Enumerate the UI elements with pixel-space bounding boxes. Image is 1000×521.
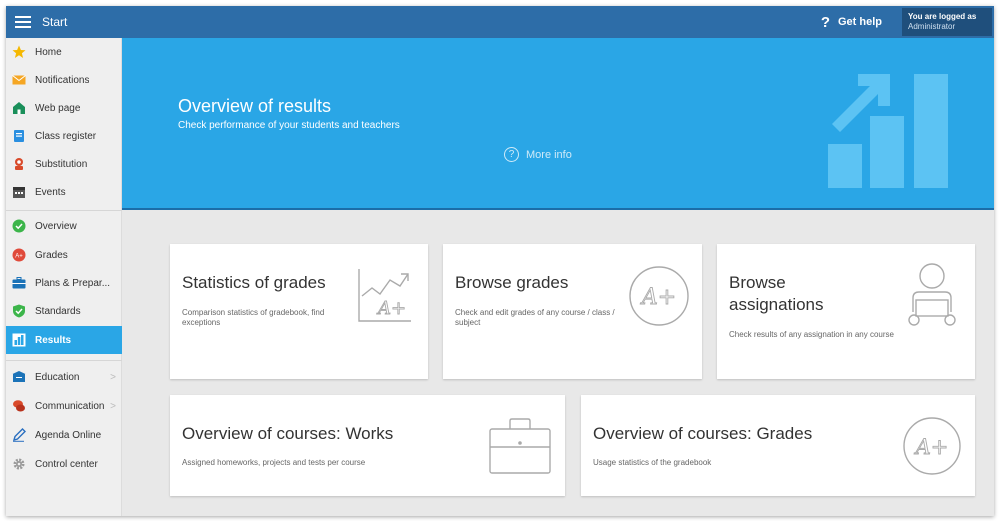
app-window: Start ? Get help You are logged as Admin… xyxy=(6,6,994,516)
grade-circle-icon: A+ xyxy=(903,417,961,475)
sidebar-item-control-center[interactable]: Control center xyxy=(6,450,122,478)
sidebar-item-label: Communication xyxy=(35,400,105,412)
shield-check-icon xyxy=(12,304,26,318)
growth-chart-illustration xyxy=(828,74,948,188)
card-description: Check results of any assignation in any … xyxy=(729,330,894,339)
sidebar-item-label: Events xyxy=(35,186,66,198)
sidebar-item-standards[interactable]: Standards xyxy=(6,297,122,325)
user-role: Administrator xyxy=(908,22,956,31)
sidebar-item-notifications[interactable]: Notifications xyxy=(6,66,122,94)
star-icon xyxy=(12,45,26,59)
sidebar-item-communication[interactable]: Communication > xyxy=(6,392,122,420)
hero-banner: Overview of results Check performance of… xyxy=(122,38,994,210)
calendar-icon xyxy=(12,185,26,199)
user-status-label: You are logged as xyxy=(908,12,977,21)
grade-glyph: A+ xyxy=(914,435,949,459)
sidebar-item-education[interactable]: Education > xyxy=(6,363,122,391)
card-title: Browse grades xyxy=(455,273,569,292)
bar-chart-icon xyxy=(12,333,26,347)
card-overview-courses-grades[interactable]: Overview of courses: Grades Usage statis… xyxy=(581,395,975,496)
student-laptop-icon xyxy=(908,263,956,326)
chat-icon xyxy=(12,399,26,413)
card-title: Overview of courses: Grades xyxy=(593,424,813,443)
card-description: Comparison statistics of gradebook, find… xyxy=(182,308,325,327)
sidebar-item-label: Notifications xyxy=(35,74,90,86)
menu-icon[interactable] xyxy=(15,16,31,28)
sidebar-item-label: Control center xyxy=(35,458,98,470)
sidebar-item-label: Substitution xyxy=(35,158,88,170)
card-browse-grades[interactable]: Browse grades Check and edit grades of a… xyxy=(443,244,702,379)
grade-glyph: A+ xyxy=(376,298,406,319)
book-icon xyxy=(12,129,26,143)
help-button[interactable]: ? Get help xyxy=(821,6,882,38)
card-overview-courses-works[interactable]: Overview of courses: Works Assigned home… xyxy=(170,395,565,496)
chevron-right-icon: > xyxy=(110,400,116,412)
statistics-chart-icon: A+ xyxy=(358,269,411,322)
check-circle-icon xyxy=(12,219,26,233)
education-icon xyxy=(12,370,26,384)
sidebar-item-class-register[interactable]: Class register xyxy=(6,122,122,150)
sidebar-item-label: Grades xyxy=(35,249,68,261)
chevron-right-icon: > xyxy=(110,371,116,383)
gear-icon xyxy=(12,457,26,471)
card-description: Usage statistics of the gradebook xyxy=(593,458,712,467)
sidebar-item-home[interactable]: Home xyxy=(6,38,122,66)
more-info-label: More info xyxy=(526,148,572,161)
sidebar-item-events[interactable]: Events xyxy=(6,178,122,206)
question-icon: ? xyxy=(820,13,830,31)
grade-glyph: A+ xyxy=(640,285,676,310)
sidebar-item-agenda-online[interactable]: Agenda Online xyxy=(6,421,122,449)
briefcase-icon xyxy=(489,418,551,474)
sidebar-divider xyxy=(6,210,122,211)
grade-badge-icon: A+ xyxy=(12,248,26,262)
sidebar-item-label: Standards xyxy=(35,305,81,317)
sidebar-item-label: Plans & Prepar... xyxy=(35,277,111,289)
card-title: Statistics of grades xyxy=(182,273,326,292)
sidebar-item-label: Results xyxy=(35,334,72,346)
card-description: Check and edit grades of any course / cl… xyxy=(455,308,615,327)
sidebar-item-grades[interactable]: A+ Grades xyxy=(6,241,122,269)
pen-icon xyxy=(12,428,26,442)
sidebar-item-label: Web page xyxy=(35,102,81,114)
help-label: Get help xyxy=(837,16,882,28)
sidebar-item-label: Education xyxy=(35,371,80,383)
question-circle-icon: ? xyxy=(504,147,519,162)
grade-circle-icon: A+ xyxy=(629,266,689,326)
card-browse-assignations[interactable]: Browse assignations Check results of any… xyxy=(717,244,975,379)
more-info-link[interactable]: ? More info xyxy=(504,147,572,162)
sidebar-item-results[interactable]: Results xyxy=(6,326,122,354)
envelope-icon xyxy=(12,73,26,87)
sidebar-item-label: Class register xyxy=(35,130,97,142)
sidebar-item-label: Home xyxy=(35,46,62,58)
card-title: Browse xyxy=(729,273,786,292)
app-title: Start xyxy=(42,15,68,29)
sidebar-item-plans[interactable]: Plans & Prepar... xyxy=(6,269,122,297)
page-subtitle: Check performance of your students and t… xyxy=(178,120,400,131)
sidebar-item-overview[interactable]: Overview xyxy=(6,212,122,240)
card-title: Overview of courses: Works xyxy=(182,424,394,443)
card-description: Assigned homeworks, projects and tests p… xyxy=(182,458,366,467)
top-bar: Start ? Get help You are logged as Admin… xyxy=(6,6,994,38)
page-title: Overview of results xyxy=(178,96,332,116)
card-statistics-of-grades[interactable]: Statistics of grades Comparison statisti… xyxy=(170,244,428,379)
person-swap-icon xyxy=(12,157,26,171)
briefcase-icon xyxy=(12,276,26,290)
sidebar-divider xyxy=(6,360,122,361)
sidebar-item-substitution[interactable]: Substitution xyxy=(6,150,122,178)
card-title-line2: assignations xyxy=(729,295,824,314)
sidebar-item-label: Overview xyxy=(35,220,77,232)
sidebar: Home Notifications Web page Class regist… xyxy=(6,38,122,516)
sidebar-item-web-page[interactable]: Web page xyxy=(6,94,122,122)
sidebar-item-label: Agenda Online xyxy=(35,429,102,441)
user-box[interactable]: You are logged as Administrator xyxy=(902,8,992,36)
house-icon xyxy=(12,101,26,115)
svg-text:A+: A+ xyxy=(15,254,23,260)
